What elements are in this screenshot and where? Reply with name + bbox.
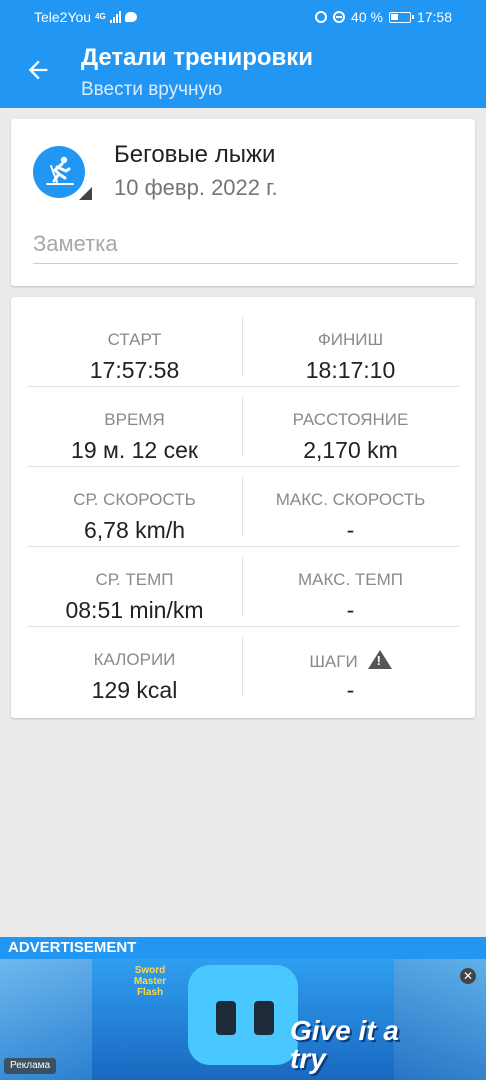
stat-label: МАКС. СКОРОСТЬ (275, 490, 426, 509)
stat-label: КАЛОРИИ (93, 650, 176, 669)
network-type: 4G (95, 12, 106, 21)
stat-label: СР. ТЕМП (95, 570, 174, 589)
ad-call-to-action[interactable]: Give it a try (290, 1017, 400, 1073)
stat-value: 129 kcal (91, 677, 178, 703)
stat-calories: КАЛОРИИ 129 kcal (27, 627, 242, 707)
stat-value: 17:57:58 (89, 357, 180, 383)
page-subtitle: Ввести вручную (81, 79, 223, 100)
ad-disclosure-label: Реклама (4, 1058, 57, 1074)
status-right: 40 % 17:58 (315, 9, 452, 25)
stats-row: СР. СКОРОСТЬ 6,78 km/h МАКС. СКОРОСТЬ - (27, 467, 459, 547)
stat-finish: ФИНИШ 18:17:10 (243, 307, 458, 387)
stat-label: СТАРТ (107, 330, 162, 349)
stat-value: - (346, 517, 355, 543)
stat-value: - (346, 677, 355, 703)
stat-value: - (346, 597, 355, 623)
activity-name: Беговые лыжи (114, 141, 276, 168)
note-placeholder: Заметка (33, 231, 118, 256)
stat-steps: ШАГИ - (243, 627, 458, 707)
stats-row: СТАРТ 17:57:58 ФИНИШ 18:17:10 (27, 307, 459, 387)
arrow-left-icon[interactable] (24, 56, 52, 84)
advertisement-banner[interactable]: Sword Master Flash Give it a try ✕ Рекла… (0, 959, 486, 1080)
stat-avg-speed: СР. СКОРОСТЬ 6,78 km/h (27, 467, 242, 547)
stats-row: КАЛОРИИ 129 kcal ШАГИ - (27, 627, 459, 707)
page-title: Детали тренировки (81, 44, 314, 71)
note-input[interactable]: Заметка (33, 231, 458, 264)
status-bar: Tele2You 4G 40 % 17:58 (0, 0, 486, 34)
character-eye (216, 1001, 236, 1035)
warning-triangle-icon[interactable] (367, 650, 392, 669)
cross-country-skiing-icon (46, 156, 74, 185)
do-not-disturb-icon (333, 11, 346, 23)
message-notification-icon (124, 12, 137, 22)
stat-value: 2,170 km (303, 437, 398, 463)
stat-duration: ВРЕМЯ 19 м. 12 сек (27, 387, 242, 467)
stat-value: 18:17:10 (305, 357, 396, 383)
activity-type-button[interactable] (33, 146, 85, 198)
stats-row: ВРЕМЯ 19 м. 12 сек РАССТОЯНИЕ 2,170 km (27, 387, 459, 467)
app-bar: Детали тренировки Ввести вручную (0, 34, 486, 108)
battery-icon (388, 11, 414, 23)
stat-avg-pace: СР. ТЕМП 08:51 min/km (27, 547, 242, 627)
ad-character-image (188, 965, 298, 1065)
stats-row: СР. ТЕМП 08:51 min/km МАКС. ТЕМП - (27, 547, 459, 627)
stat-value: 08:51 min/km (65, 597, 204, 623)
workout-stats-card: СТАРТ 17:57:58 ФИНИШ 18:17:10 ВРЕМЯ 19 м… (11, 297, 475, 718)
workout-summary-card: Беговые лыжи 10 февр. 2022 г. Заметка (11, 119, 475, 286)
stat-label: РАССТОЯНИЕ (292, 410, 409, 429)
battery-percent: 40 % (351, 9, 383, 25)
workout-date[interactable]: 10 февр. 2022 г. (114, 175, 278, 201)
clock: 17:58 (416, 9, 452, 25)
advertisement-header: ADVERTISEMENT (0, 937, 486, 959)
advertisement-label: ADVERTISEMENT (8, 939, 137, 956)
activity-dropdown-indicator (79, 187, 92, 200)
stat-label-with-icon: ШАГИ (243, 650, 458, 672)
stat-label: ФИНИШ (317, 330, 384, 349)
stat-value: 19 м. 12 сек (71, 437, 198, 463)
alarm-icon (315, 11, 328, 23)
character-eye (254, 1001, 274, 1035)
stat-max-speed: МАКС. СКОРОСТЬ - (243, 467, 458, 547)
stat-max-pace: МАКС. ТЕМП - (243, 547, 458, 627)
stat-value: 6,78 km/h (84, 517, 185, 543)
signal-icon (109, 11, 121, 23)
carrier-name: Tele2You (34, 9, 92, 25)
stat-label: СР. СКОРОСТЬ (73, 490, 196, 509)
stat-distance: РАССТОЯНИЕ 2,170 km (243, 387, 458, 467)
stat-label: МАКС. ТЕМП (297, 570, 404, 589)
stat-label: ШАГИ (309, 652, 358, 671)
status-left: Tele2You 4G (34, 9, 137, 25)
close-icon[interactable]: ✕ (460, 968, 476, 984)
stat-start: СТАРТ 17:57:58 (27, 307, 242, 387)
ad-brand-logo: Sword Master Flash (133, 965, 167, 998)
stat-label: ВРЕМЯ (104, 410, 165, 429)
